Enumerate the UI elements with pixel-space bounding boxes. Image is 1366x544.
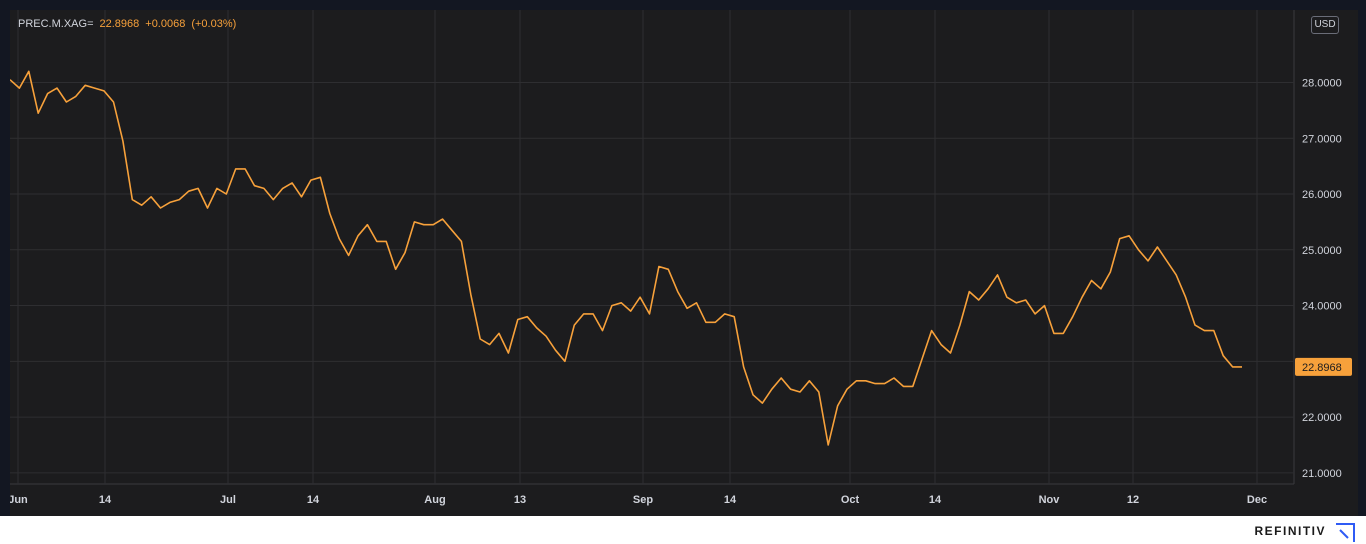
instrument-symbol: PREC.M.XAG= — [18, 18, 94, 30]
chart-panel: 21.000022.000023.000024.000025.000026.00… — [10, 10, 1358, 516]
x-axis: Jun 14 Jul 14 Aug 13 Sep 14 Oct 14 Nov 12 Dec — [10, 494, 1267, 506]
x-tick-label: 14 — [99, 494, 112, 506]
y-tick-label: 21.0000 — [1302, 468, 1342, 480]
x-tick-label: Sep — [633, 494, 653, 506]
last-price-tag-label: 22.8968 — [1302, 362, 1342, 374]
x-tick-label: Oct — [841, 494, 860, 506]
last-price-tag: 22.8968 — [1295, 357, 1352, 376]
x-tick-label: 12 — [1127, 494, 1139, 506]
y-tick-label: 26.0000 — [1302, 189, 1342, 201]
y-tick-label: 24.0000 — [1302, 301, 1342, 313]
price-chart: 21.000022.000023.000024.000025.000026.00… — [10, 10, 1352, 506]
refinitiv-logo-icon — [1336, 523, 1355, 542]
footer-bar: REFINITIV — [0, 516, 1366, 544]
y-tick-label: 28.0000 — [1302, 77, 1342, 89]
brand-name: REFINITIV — [1254, 524, 1326, 538]
y-tick-label: 22.0000 — [1302, 412, 1342, 424]
price-change: +0.0068 — [145, 18, 186, 30]
x-tick-label: 13 — [514, 494, 526, 506]
y-tick-label: 25.0000 — [1302, 245, 1342, 257]
x-tick-label: Nov — [1039, 494, 1061, 506]
last-price: 22.8968 — [99, 18, 140, 30]
price-line — [10, 70, 1242, 446]
x-tick-label: Aug — [424, 494, 445, 506]
price-change-percent: (+0.03%) — [191, 18, 237, 30]
x-tick-label: Jun — [10, 494, 28, 506]
x-tick-label: 14 — [724, 494, 737, 506]
currency-badge[interactable]: USD — [1311, 16, 1339, 34]
y-axis: 21.000022.000023.000024.000025.000026.00… — [1302, 77, 1342, 479]
x-tick-label: Dec — [1247, 494, 1267, 506]
x-tick-label: 14 — [307, 494, 320, 506]
y-tick-label: 27.0000 — [1302, 133, 1342, 145]
x-tick-label: Jul — [220, 494, 236, 506]
x-tick-label: 14 — [929, 494, 942, 506]
grid-lines — [10, 10, 1295, 485]
chart-legend: PREC.M.XAG= 22.8968 +0.0068 (+0.03%) — [18, 18, 236, 30]
